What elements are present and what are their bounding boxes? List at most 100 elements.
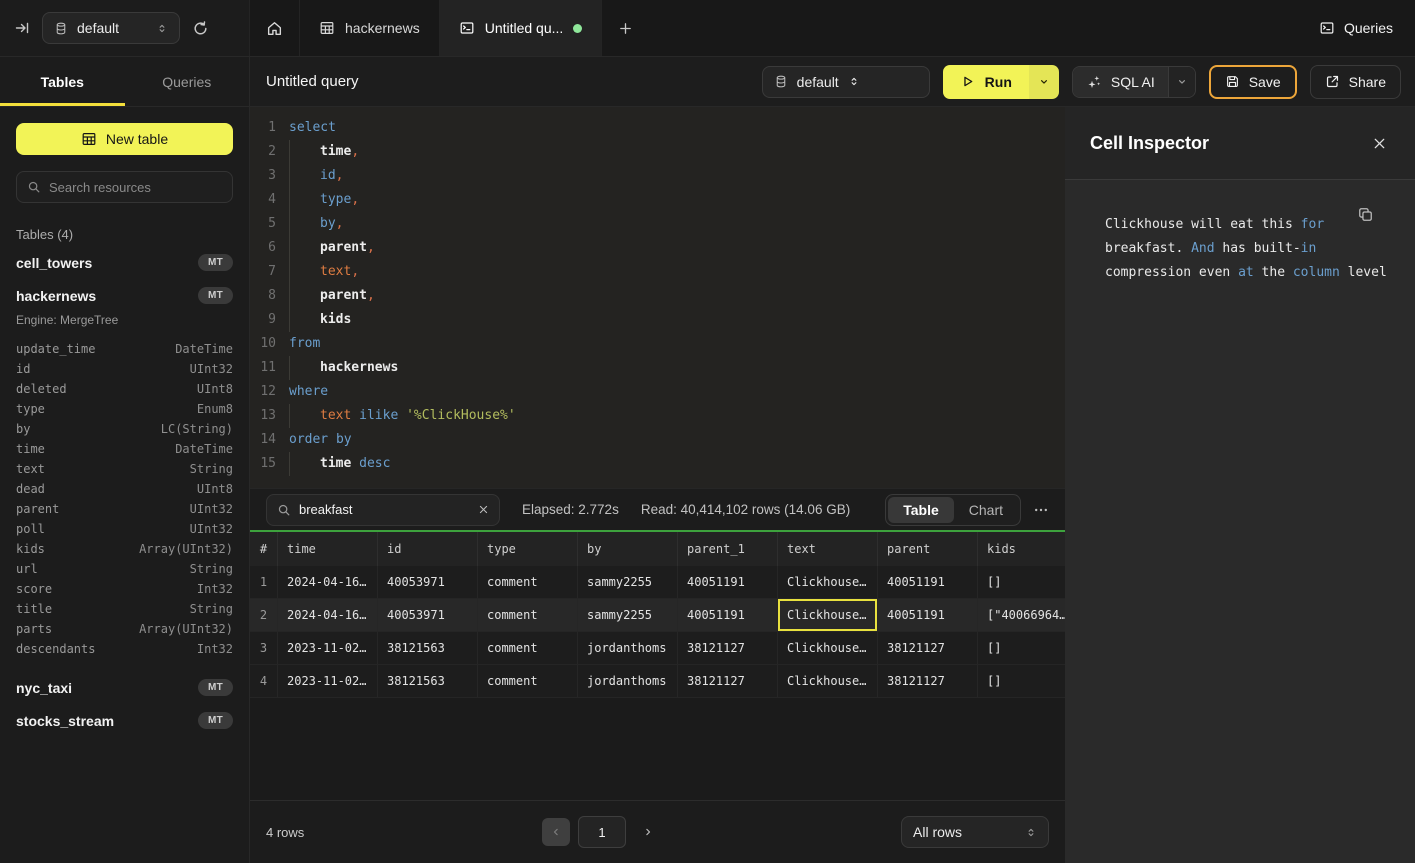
table-cell[interactable]: [] [978,665,1065,697]
table-cell[interactable]: 38121127 [878,632,978,664]
table-cell[interactable]: 40051191 [678,599,778,631]
resource-search-input[interactable] [49,180,222,195]
column-header[interactable]: parent [878,532,978,566]
editor-line[interactable]: 14order by [250,428,1065,452]
column-row[interactable]: scoreInt32 [16,579,233,599]
sidebar-table-cell_towers[interactable]: cell_towersMT [0,246,249,279]
column-row[interactable]: typeEnum8 [16,399,233,419]
table-row[interactable]: 32023-11-02…38121563commentjordanthoms38… [250,632,1065,665]
table-cell[interactable]: 40051191 [878,566,978,598]
column-header[interactable]: type [478,532,578,566]
sidebar-table-stocks_stream[interactable]: stocks_streamMT [0,704,249,737]
table-cell[interactable]: 2023-11-02… [278,665,378,697]
editor-line[interactable]: 13text ilike '%ClickHouse%' [250,404,1065,428]
sql-ai-button[interactable]: SQL AI [1073,67,1168,97]
row-number[interactable]: 1 [250,566,278,598]
column-row[interactable]: update_timeDateTime [16,339,233,359]
table-cell[interactable]: sammy2255 [578,599,678,631]
column-row[interactable]: textString [16,459,233,479]
new-table-button[interactable]: New table [16,123,233,155]
table-cell[interactable]: 2023-11-02… [278,632,378,664]
run-options-button[interactable] [1029,65,1059,99]
close-icon[interactable] [1372,136,1387,151]
tab-untitled-query[interactable]: Untitled qu... [440,0,603,56]
view-tab-chart[interactable]: Chart [954,497,1018,523]
clear-search-icon[interactable] [478,504,489,515]
editor-line[interactable]: 5by, [250,212,1065,236]
sql-editor[interactable]: 1select2time,3id,4type,5by,6parent,7text… [250,107,1065,488]
table-cell[interactable]: Clickhouse… [778,665,878,697]
table-cell[interactable]: comment [478,599,578,631]
column-header[interactable]: time [278,532,378,566]
tab-home[interactable] [250,0,300,56]
sql-ai-options-button[interactable] [1168,67,1195,97]
row-number[interactable]: 4 [250,665,278,697]
table-cell[interactable]: 38121127 [878,665,978,697]
page-number-input[interactable] [579,817,625,847]
view-tab-table[interactable]: Table [888,497,954,523]
editor-line[interactable]: 6parent, [250,236,1065,260]
table-cell[interactable]: 40053971 [378,566,478,598]
table-cell[interactable]: comment [478,632,578,664]
editor-line[interactable]: 11hackernews [250,356,1065,380]
resource-search[interactable] [16,171,233,203]
table-cell[interactable]: comment [478,566,578,598]
table-cell[interactable]: 40051191 [878,599,978,631]
editor-line[interactable]: 12where [250,380,1065,404]
tab-hackernews[interactable]: hackernews [300,0,440,56]
table-cell[interactable]: Clickhouse… [778,599,878,631]
column-row[interactable]: timeDateTime [16,439,233,459]
table-cell[interactable]: 40051191 [678,566,778,598]
share-button[interactable]: Share [1310,65,1401,99]
queries-button[interactable]: Queries [1319,20,1393,36]
table-cell[interactable]: ["40066964… [978,599,1065,631]
column-row[interactable]: deadUInt8 [16,479,233,499]
column-row[interactable]: deletedUInt8 [16,379,233,399]
table-cell[interactable]: jordanthoms [578,632,678,664]
row-number[interactable]: 3 [250,632,278,664]
copy-icon[interactable] [1357,206,1374,223]
sidebar-tab-queries[interactable]: Queries [125,57,250,106]
column-header[interactable]: # [250,532,278,566]
row-number[interactable]: 2 [250,599,278,631]
column-row[interactable]: urlString [16,559,233,579]
column-header[interactable]: text [778,532,878,566]
sidebar-table-nyc_taxi[interactable]: nyc_taxiMT [0,671,249,704]
column-row[interactable]: partsArray(UInt32) [16,619,233,639]
table-cell[interactable]: comment [478,665,578,697]
new-tab-button[interactable] [602,0,648,56]
refresh-icon[interactable] [192,20,209,37]
table-cell[interactable]: [] [978,632,1065,664]
column-row[interactable]: descendantsInt32 [16,639,233,659]
results-search[interactable] [266,494,500,526]
save-button[interactable]: Save [1209,65,1297,99]
sidebar-tab-tables[interactable]: Tables [0,57,125,106]
table-cell[interactable]: 38121563 [378,632,478,664]
next-page-button[interactable] [642,826,654,838]
table-cell[interactable]: 38121563 [378,665,478,697]
table-cell[interactable]: Clickhouse… [778,632,878,664]
editor-line[interactable]: 3id, [250,164,1065,188]
column-row[interactable]: titleString [16,599,233,619]
table-row[interactable]: 12024-04-16…40053971commentsammy22554005… [250,566,1065,599]
table-cell[interactable]: [] [978,566,1065,598]
editor-line[interactable]: 4type, [250,188,1065,212]
editor-line[interactable]: 1select [250,116,1065,140]
collapse-sidebar-icon[interactable] [14,20,30,36]
editor-line[interactable]: 7text, [250,260,1065,284]
table-cell[interactable]: 40053971 [378,599,478,631]
table-row[interactable]: 42023-11-02…38121563commentjordanthoms38… [250,665,1065,698]
results-search-input[interactable] [299,502,470,517]
more-options-icon[interactable] [1033,502,1049,518]
table-cell[interactable]: Clickhouse… [778,566,878,598]
table-cell[interactable]: 38121127 [678,665,778,697]
column-row[interactable]: kidsArray(UInt32) [16,539,233,559]
column-row[interactable]: byLC(String) [16,419,233,439]
table-cell[interactable]: 38121127 [678,632,778,664]
table-cell[interactable]: jordanthoms [578,665,678,697]
column-header[interactable]: parent_1 [678,532,778,566]
column-row[interactable]: idUInt32 [16,359,233,379]
editor-line[interactable]: 8parent, [250,284,1065,308]
editor-line[interactable]: 9kids [250,308,1065,332]
editor-line[interactable]: 10from [250,332,1065,356]
